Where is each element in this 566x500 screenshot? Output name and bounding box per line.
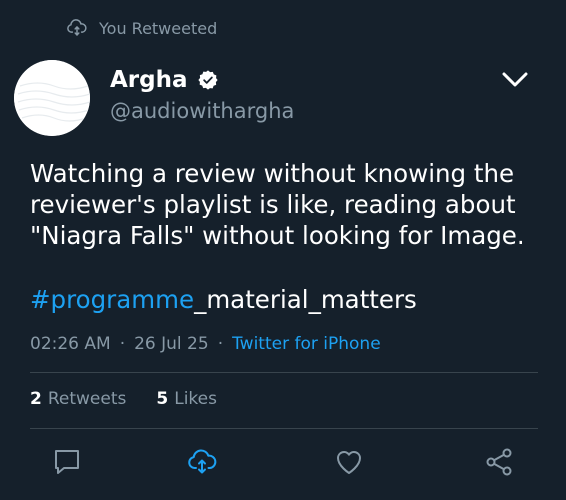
chevron-down-icon (502, 72, 528, 87)
author-name-row: Argha (110, 64, 219, 96)
divider (30, 372, 538, 373)
meta-separator: · (119, 334, 126, 354)
retweets-label: Retweets (47, 389, 127, 409)
like-icon (337, 451, 361, 474)
retweet-header-text: You Retweeted (99, 18, 218, 38)
retweet-icon (188, 449, 217, 474)
tweet-date: 26 Jul 25 (134, 334, 209, 354)
like-button[interactable] (331, 444, 367, 480)
share-button[interactable] (481, 444, 517, 480)
tweet-hashtag-line: #programme_material_matters (30, 285, 417, 314)
hashtag-link[interactable]: #programme (30, 285, 194, 314)
verified-badge-icon (197, 70, 218, 90)
avatar-image (14, 60, 90, 136)
tweet-source-link[interactable]: Twitter for iPhone (232, 334, 381, 354)
retweet-button[interactable] (184, 444, 220, 480)
retweets-count: 2 (30, 389, 42, 409)
tweet-text: Watching a review without knowing the re… (30, 158, 550, 251)
likes-count: 5 (156, 389, 169, 409)
share-icon (486, 448, 512, 476)
tweet-stats: 2 Retweets 5 Likes (30, 389, 217, 409)
retweet-header: You Retweeted (66, 16, 217, 40)
meta-separator: · (217, 334, 224, 354)
tweet-text-line: Watching a review without knowing the (30, 159, 515, 188)
tweet-menu-button[interactable] (500, 68, 530, 92)
retweets-stat[interactable]: 2 Retweets (30, 389, 126, 409)
author-name[interactable]: Argha (110, 67, 188, 93)
tweet-text-line: "Niagra Falls" without looking for Image… (30, 221, 525, 250)
likes-stat[interactable]: 5 Likes (156, 389, 217, 409)
tweet-time: 02:26 AM (30, 334, 111, 354)
reply-button[interactable] (49, 444, 85, 480)
retweet-cloud-icon (67, 19, 87, 36)
reply-icon (55, 450, 79, 474)
hashtag-suffix: _material_matters (194, 285, 417, 314)
avatar[interactable] (14, 60, 90, 136)
author-handle[interactable]: @audiowithargha (110, 99, 294, 123)
likes-label: Likes (174, 389, 217, 409)
tweet-meta: 02:26 AM · 26 Jul 25 · Twitter for iPhon… (30, 334, 381, 354)
tweet-text-line: reviewer's playlist is like, reading abo… (30, 190, 516, 219)
divider (30, 428, 538, 429)
